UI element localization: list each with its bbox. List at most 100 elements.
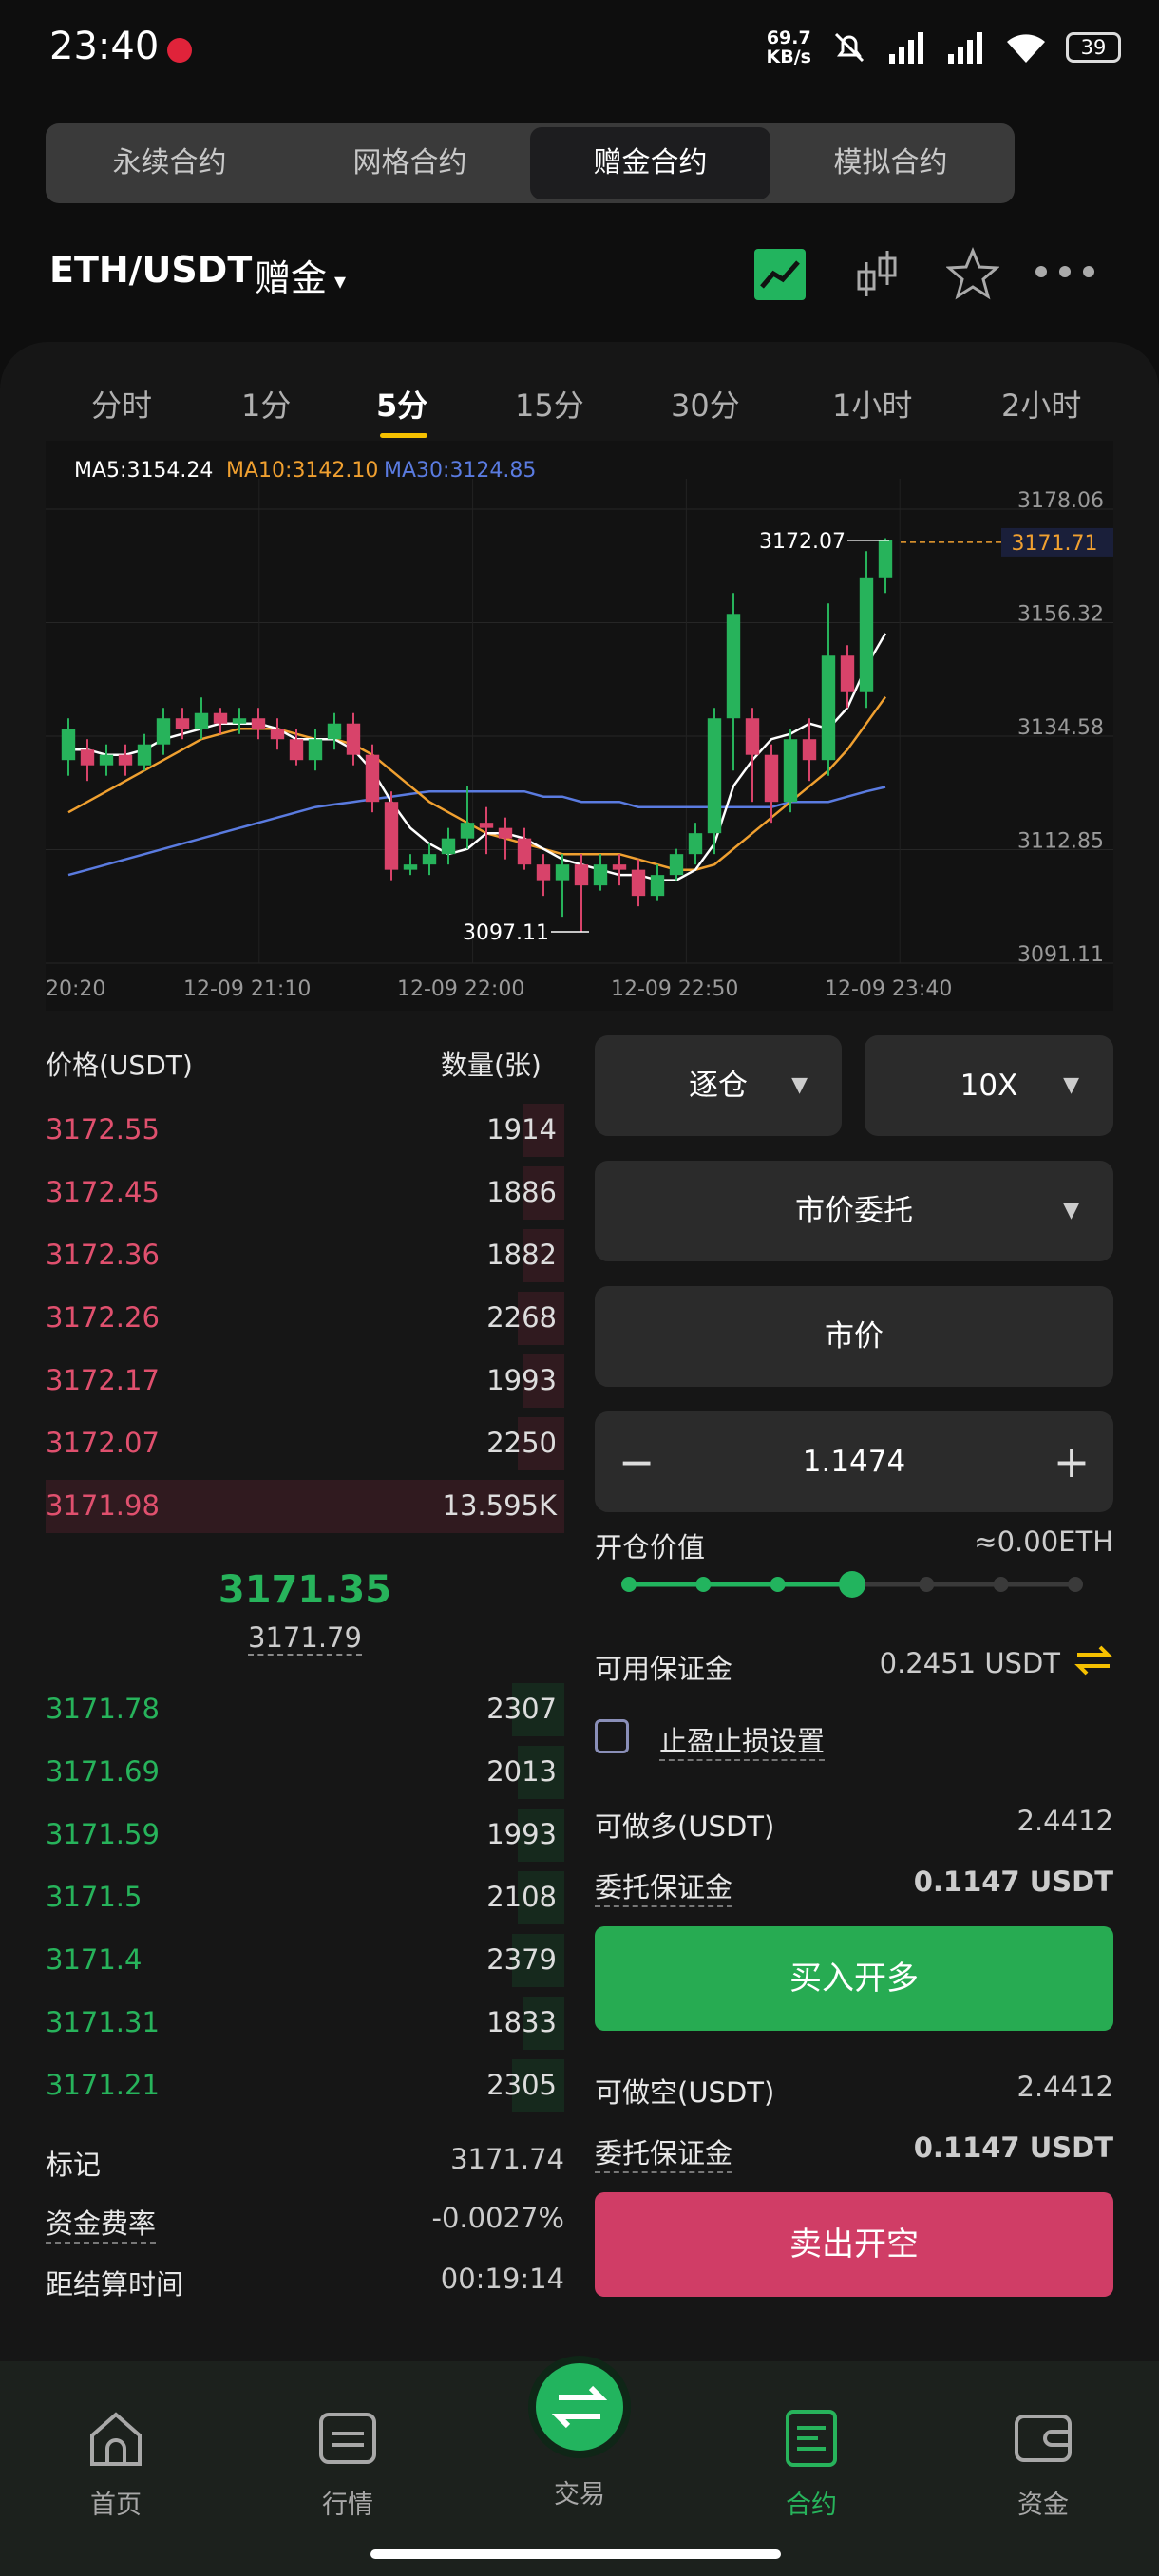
funding-label[interactable]: 资金费率 — [46, 2202, 157, 2244]
bid-row[interactable]: 3171.59 1993 — [46, 1807, 564, 1864]
chart-toggle-icon[interactable] — [754, 249, 806, 300]
minus-button[interactable]: − — [608, 1411, 665, 1512]
available-margin-label: 可用保证金 — [595, 1653, 733, 1685]
price-field[interactable]: 市价 — [595, 1286, 1113, 1387]
leverage-select[interactable]: 10X ▼ — [864, 1035, 1113, 1136]
long-available-value: 2.4412 — [1016, 1805, 1113, 1837]
battery-icon: 39 — [1066, 32, 1121, 63]
candle-body — [688, 833, 703, 855]
candle-body — [99, 754, 114, 766]
ask-row[interactable]: 3171.98 13.595K — [46, 1478, 564, 1535]
bid-qty: 2013 — [486, 1755, 557, 1788]
ask-row[interactable]: 3172.17 1993 — [46, 1353, 564, 1410]
bid-row[interactable]: 3171.21 2305 — [46, 2057, 564, 2114]
nav-trade-label[interactable]: 交易 — [513, 2473, 646, 2510]
tf-30m[interactable]: 30分 — [671, 382, 740, 426]
candle-body — [384, 802, 399, 870]
tf-15m[interactable]: 15分 — [515, 382, 584, 426]
bid-price: 3171.21 — [46, 2069, 160, 2101]
candle-body — [574, 864, 589, 886]
x-tick-label: 12-09 23:40 — [825, 977, 952, 1001]
mark-price[interactable]: 3171.79 — [248, 1621, 362, 1656]
long-margin-value: 0.1147 USDT — [913, 1866, 1113, 1898]
tf-1h[interactable]: 1小时 — [832, 382, 912, 426]
tf-line[interactable]: 分时 — [91, 382, 152, 426]
candlestick-icon[interactable] — [853, 247, 901, 302]
nav-home[interactable]: 首页 — [49, 2407, 182, 2521]
star-icon[interactable] — [946, 247, 999, 300]
ask-price: 3172.07 — [46, 1427, 160, 1459]
long-margin-label[interactable]: 委托保证金 — [595, 1866, 733, 1907]
ask-qty: 13.595K — [442, 1489, 558, 1522]
pair-type-selector[interactable]: 赠金 ▾ — [255, 249, 346, 301]
ma30-label: MA30:3124.85 — [384, 459, 536, 483]
order-type-select[interactable]: 市价委托 ▼ — [595, 1161, 1113, 1261]
tf-2h[interactable]: 2小时 — [1001, 382, 1081, 426]
tpsl-checkbox[interactable] — [595, 1719, 629, 1753]
funding-value: -0.0027% — [431, 2202, 565, 2234]
slider-knob — [839, 1571, 865, 1598]
plus-button[interactable]: + — [1043, 1411, 1100, 1512]
trade-fab-button[interactable] — [528, 2356, 631, 2458]
candle-body — [802, 739, 817, 761]
short-available-value: 2.4412 — [1016, 2071, 1113, 2103]
candle-body — [80, 749, 95, 766]
ask-row[interactable]: 3172.55 1914 — [46, 1102, 564, 1159]
slider-node — [770, 1577, 786, 1592]
timeframe-tabs: 分时 1分 5分 15分 30分 1小时 2小时 — [0, 378, 1159, 438]
candle-body — [194, 712, 209, 729]
tab-perpetual[interactable]: 永续合约 — [49, 127, 290, 199]
bid-row[interactable]: 3171.5 2108 — [46, 1869, 564, 1926]
ma5-label: MA5:3154.24 — [74, 459, 213, 483]
bid-qty: 1833 — [486, 2006, 557, 2038]
tab-grid[interactable]: 网格合约 — [290, 127, 530, 199]
x-tick-label: 20:20 — [46, 977, 105, 1001]
y-tick-label: 3156.32 — [1017, 603, 1104, 627]
tab-demo[interactable]: 模拟合约 — [770, 127, 1011, 199]
swap-icon — [551, 2385, 608, 2429]
pair-symbol[interactable]: ETH/USDT — [49, 249, 252, 291]
nav-assets[interactable]: 资金 — [977, 2407, 1110, 2521]
tf-1m[interactable]: 1分 — [241, 382, 291, 426]
sell-short-button[interactable]: 卖出开空 — [595, 2192, 1113, 2297]
bid-row[interactable]: 3171.4 2379 — [46, 1932, 564, 1989]
buy-long-button[interactable]: 买入开多 — [595, 1926, 1113, 2031]
ask-price: 3172.26 — [46, 1301, 160, 1334]
bid-qty: 2379 — [486, 1943, 557, 1976]
clock: 23:40 — [49, 25, 160, 68]
quantity-value[interactable]: 1.1474 — [803, 1445, 905, 1479]
ask-row[interactable]: 3172.45 1886 — [46, 1165, 564, 1222]
bid-qty: 2307 — [486, 1693, 557, 1725]
ask-row[interactable]: 3172.36 1882 — [46, 1227, 564, 1284]
candle-body — [422, 854, 437, 865]
transfer-icon[interactable] — [1074, 1641, 1113, 1679]
orderbook-qty-header: 数量(张) — [441, 1050, 542, 1081]
orderbook-mid: 3171.35 3171.79 — [46, 1563, 564, 1656]
ask-row[interactable]: 3172.26 2268 — [46, 1290, 564, 1347]
position-slider[interactable] — [619, 1569, 1085, 1600]
tf-5m[interactable]: 5分 — [376, 382, 428, 426]
bid-qty: 1993 — [486, 1818, 557, 1850]
tpsl-label[interactable]: 止盈止损设置 — [659, 1719, 826, 1761]
ask-qty: 1886 — [486, 1176, 557, 1208]
margin-mode-value: 逐仓 — [689, 1069, 748, 1103]
open-value: ≈0.00ETH — [974, 1525, 1113, 1558]
network-speed: 69.7 KB/s — [767, 28, 811, 66]
mark-value: 3171.74 — [450, 2143, 564, 2175]
candle-body — [593, 864, 608, 886]
nav-market[interactable]: 行情 — [281, 2407, 414, 2521]
candle-body — [460, 823, 475, 839]
tab-bonus[interactable]: 赠金合约 — [530, 127, 770, 199]
more-icon[interactable] — [1034, 264, 1096, 279]
candle-body — [441, 838, 456, 855]
bid-row[interactable]: 3171.78 2307 — [46, 1681, 564, 1738]
bid-row[interactable]: 3171.31 1833 — [46, 1995, 564, 2052]
kline-chart[interactable]: MA5:3154.24 MA10:3142.10 MA30:3124.85 31… — [46, 441, 1113, 1011]
ask-row[interactable]: 3172.07 2250 — [46, 1415, 564, 1472]
nav-contract[interactable]: 合约 — [745, 2407, 878, 2521]
quantity-stepper[interactable]: − 1.1474 + — [595, 1411, 1113, 1512]
bid-row[interactable]: 3171.69 2013 — [46, 1744, 564, 1801]
margin-mode-select[interactable]: 逐仓 ▼ — [595, 1035, 842, 1136]
ask-price: 3172.17 — [46, 1364, 160, 1396]
short-margin-label[interactable]: 委托保证金 — [595, 2131, 733, 2173]
